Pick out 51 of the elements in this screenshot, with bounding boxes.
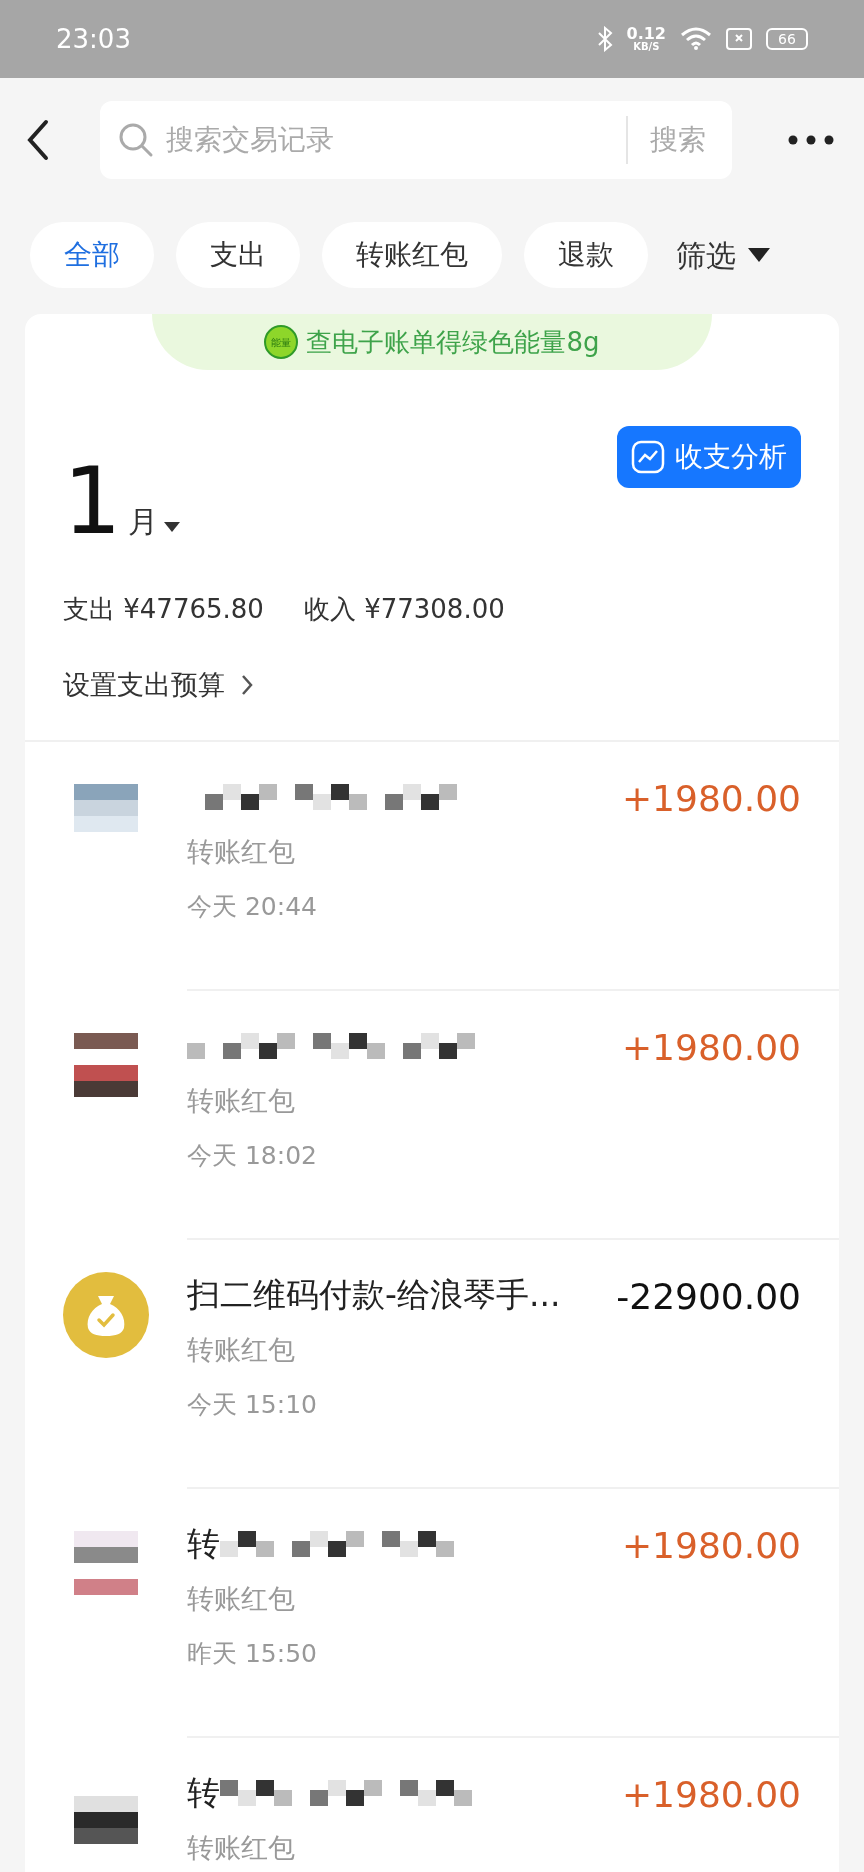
wifi-icon [680, 27, 712, 51]
transaction-row[interactable]: 转账红包 今天 20:44 +1980.00 [25, 741, 839, 991]
transaction-amount: +1980.00 [620, 1523, 802, 1568]
sim-icon [726, 28, 752, 50]
filter-tab[interactable]: 转账红包 [322, 222, 502, 288]
avatar-mosaic-icon [74, 1032, 138, 1097]
total-summary: 收入 ¥77308.00 [303, 593, 505, 626]
total-summary: 支出 ¥47765.80 [63, 593, 264, 626]
transaction-amount: +1980.00 [620, 1772, 802, 1817]
transaction-name: 转 [187, 1522, 220, 1565]
transaction-amount: -22900.00 [615, 1274, 802, 1319]
transaction-row[interactable]: 转 转账红包 +1980.00 [25, 1737, 839, 1872]
transaction-category: 转账红包 [187, 1581, 296, 1616]
avatar-mosaic-icon [74, 1530, 138, 1595]
filter-tab[interactable]: 退款 [524, 222, 648, 288]
analysis-button[interactable]: 收支分析 [617, 426, 801, 488]
battery-indicator: 66 [766, 28, 808, 50]
energy-badge: 能量 [264, 325, 299, 359]
budget-link[interactable]: 设置支出预算 [63, 665, 253, 706]
energy-banner-text: 查电子账单得绿色能量8g [306, 325, 600, 359]
bluetooth-icon [596, 26, 613, 52]
speed-unit: KB/S [633, 42, 660, 52]
network-speed: 0.12 [626, 26, 666, 42]
transaction-amount: +1980.00 [620, 776, 802, 821]
transaction-row[interactable]: 转账红包 今天 18:02 +1980.00 [25, 990, 839, 1240]
caret-icon [748, 248, 770, 262]
transaction-amount: +1980.00 [620, 1025, 802, 1070]
filter-menu-button[interactable]: 筛选 [676, 232, 770, 278]
transaction-category: 转账红包 [187, 1332, 296, 1367]
transaction-category: 转账红包 [187, 1830, 296, 1865]
caret-icon [163, 522, 180, 532]
search-input[interactable]: 搜索交易记录 [166, 119, 604, 161]
transaction-name: 扫二维码付款-给浪琴手... [187, 1273, 561, 1316]
money-bag-icon [63, 1271, 149, 1358]
search-icon [118, 122, 154, 158]
transaction-time: 今天 15:10 [187, 1389, 318, 1421]
transaction-time: 今天 18:02 [187, 1140, 318, 1172]
transaction-time: 今天 20:44 [187, 891, 318, 923]
transaction-time: 昨天 15:50 [187, 1638, 318, 1670]
transaction-row[interactable]: 扫二维码付款-给浪琴手... 转账红包 今天 15:10 -22900.00 [25, 1239, 839, 1489]
chevron-right-icon [241, 674, 253, 697]
more-icon[interactable] [788, 135, 834, 145]
transaction-row[interactable]: 转 转账红包 昨天 15:50 +1980.00 [25, 1488, 839, 1738]
status-time: 23:03 [56, 22, 131, 56]
filter-tab[interactable]: 支出 [176, 222, 300, 288]
filter-tab[interactable]: 全部 [30, 222, 154, 288]
chart-icon [631, 440, 665, 474]
transaction-category: 转账红包 [187, 834, 296, 869]
transaction-category: 转账红包 [187, 1083, 296, 1118]
transaction-name: 转 [187, 1771, 220, 1814]
month-selector[interactable]: 1 月 [63, 456, 180, 548]
